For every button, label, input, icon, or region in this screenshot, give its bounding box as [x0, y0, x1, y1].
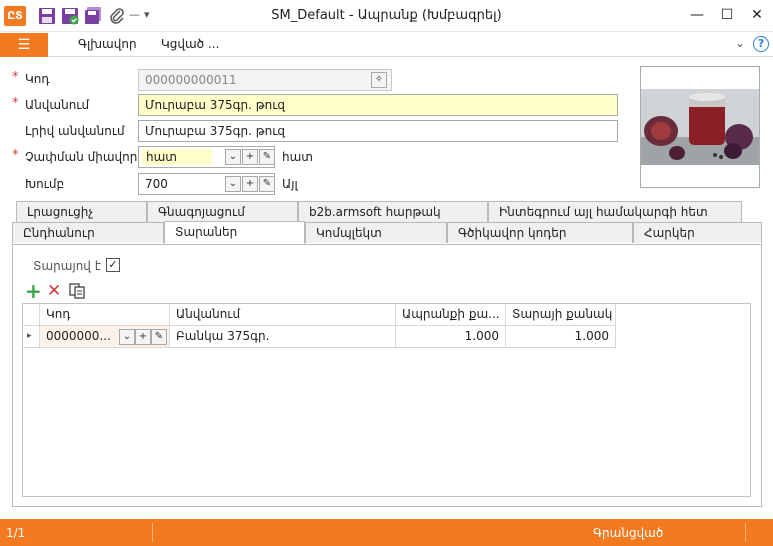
ribbon-menu-bar: ☰ Գլխավոր Կցված ... ⌄ ? [0, 33, 773, 57]
quick-access-dropdown-icon[interactable]: ▾ [144, 8, 150, 21]
status-divider [745, 523, 746, 542]
full-name-label: Լրիվ անվանում [25, 124, 125, 138]
menu-item-home[interactable]: Գլխավոր [78, 37, 137, 51]
delete-row-icon[interactable]: ✕ [47, 282, 61, 300]
column-header-name[interactable]: Անվանում [170, 304, 396, 326]
maximize-button[interactable]: ☐ [712, 4, 742, 26]
row-code-add-button[interactable]: + [135, 329, 151, 345]
containers-grid: Կոդ Անվանում Ապրանքի քա... Տարայի քանակ … [22, 303, 751, 497]
row-code: 0000000... [46, 329, 111, 343]
required-marker: * [12, 148, 19, 163]
name-label: Անվանում [25, 98, 90, 112]
column-header-container-qty[interactable]: Տարայի քանակ [506, 304, 616, 326]
name-field[interactable]: Մուրաբա 375գր. թուզ [138, 94, 618, 116]
save-icon[interactable] [38, 7, 56, 25]
record-state: Գրանցված [593, 526, 664, 540]
column-header-code[interactable]: Կոդ [40, 304, 170, 326]
unit-description: հատ [282, 150, 313, 164]
close-button[interactable]: ✕ [742, 4, 772, 26]
row-indicator-icon[interactable]: ▸ [23, 326, 40, 348]
group-label: Խումբ [25, 177, 65, 191]
row-name[interactable]: Բանկա 375գր. [170, 326, 396, 348]
tab-b2b[interactable]: b2b.armsoft հարթակ [298, 201, 488, 222]
add-row-icon[interactable]: + [25, 281, 42, 301]
record-counter: 1/1 [6, 526, 26, 540]
unit-value: հատ [142, 149, 212, 165]
save-close-icon[interactable] [61, 7, 79, 25]
unit-edit-button[interactable]: ✎ [259, 149, 275, 165]
copy-row-icon[interactable] [68, 282, 86, 300]
collapse-ribbon-icon[interactable]: ⌄ [735, 36, 745, 50]
row-container-qty[interactable]: 1.000 [506, 326, 616, 348]
group-description: Այլ [282, 177, 298, 191]
customize-toolbar-icon[interactable]: — [129, 8, 140, 21]
file-menu-button[interactable]: ☰ [0, 33, 48, 57]
unit-dropdown-button[interactable]: ⌄ [225, 149, 241, 165]
column-header-product-qty[interactable]: Ապրանքի քա... [396, 304, 506, 326]
row-code-dropdown-button[interactable]: ⌄ [119, 329, 135, 345]
tab-kit[interactable]: Կոմպլեկտ [305, 222, 447, 243]
group-add-button[interactable]: + [242, 176, 258, 192]
unit-label: Չափման միավոր [25, 150, 138, 164]
required-marker: * [12, 96, 19, 111]
group-edit-button[interactable]: ✎ [259, 176, 275, 192]
product-photo [641, 67, 759, 187]
product-image[interactable] [640, 66, 760, 188]
tab-barcodes[interactable]: Գծիկավոր կոդեր [447, 222, 633, 243]
title-bar: ԸՏ — ▾ SM_Default - Ապրանք (Խմբագրել) — … [0, 0, 773, 32]
unit-add-button[interactable]: + [242, 149, 258, 165]
code-label: Կոդ [25, 72, 50, 86]
row-code-edit-button[interactable]: ✎ [151, 329, 167, 345]
attach-icon[interactable] [108, 7, 126, 25]
is-container-checkbox[interactable]: ✓ [106, 258, 120, 272]
tab-general[interactable]: Ընդհանուր [12, 222, 164, 243]
tab-containers[interactable]: Տարաներ [164, 221, 305, 244]
help-icon[interactable]: ? [753, 36, 769, 52]
status-divider [152, 523, 153, 542]
app-logo: ԸՏ [4, 6, 26, 26]
grid-header-indicator [23, 304, 40, 326]
row-product-qty[interactable]: 1.000 [396, 326, 506, 348]
tab-pricing[interactable]: Գնագոյացում [147, 201, 298, 222]
tab-additional[interactable]: Լրացուցիչ [16, 201, 147, 222]
group-value: 700 [145, 177, 168, 191]
is-container-label: Տարայով է [33, 259, 101, 273]
minimize-button[interactable]: — [682, 4, 712, 26]
tab-integration[interactable]: Ինտեգրում այլ համակարգի հետ [488, 201, 742, 222]
menu-list-icon: ☰ [17, 37, 31, 53]
required-marker: * [12, 70, 19, 85]
menu-item-attached[interactable]: Կցված ... [161, 37, 219, 51]
code-field: 000000000011 [138, 69, 392, 91]
save-new-icon[interactable] [84, 7, 102, 25]
group-dropdown-button[interactable]: ⌄ [225, 176, 241, 192]
status-bar: 1/1 Գրանցված [0, 519, 773, 546]
magic-wand-icon[interactable]: ✧ [371, 72, 387, 88]
full-name-field[interactable]: Մուրաբա 375գր. թուզ [138, 120, 618, 142]
tab-taxes[interactable]: Հարկեր [633, 222, 762, 243]
